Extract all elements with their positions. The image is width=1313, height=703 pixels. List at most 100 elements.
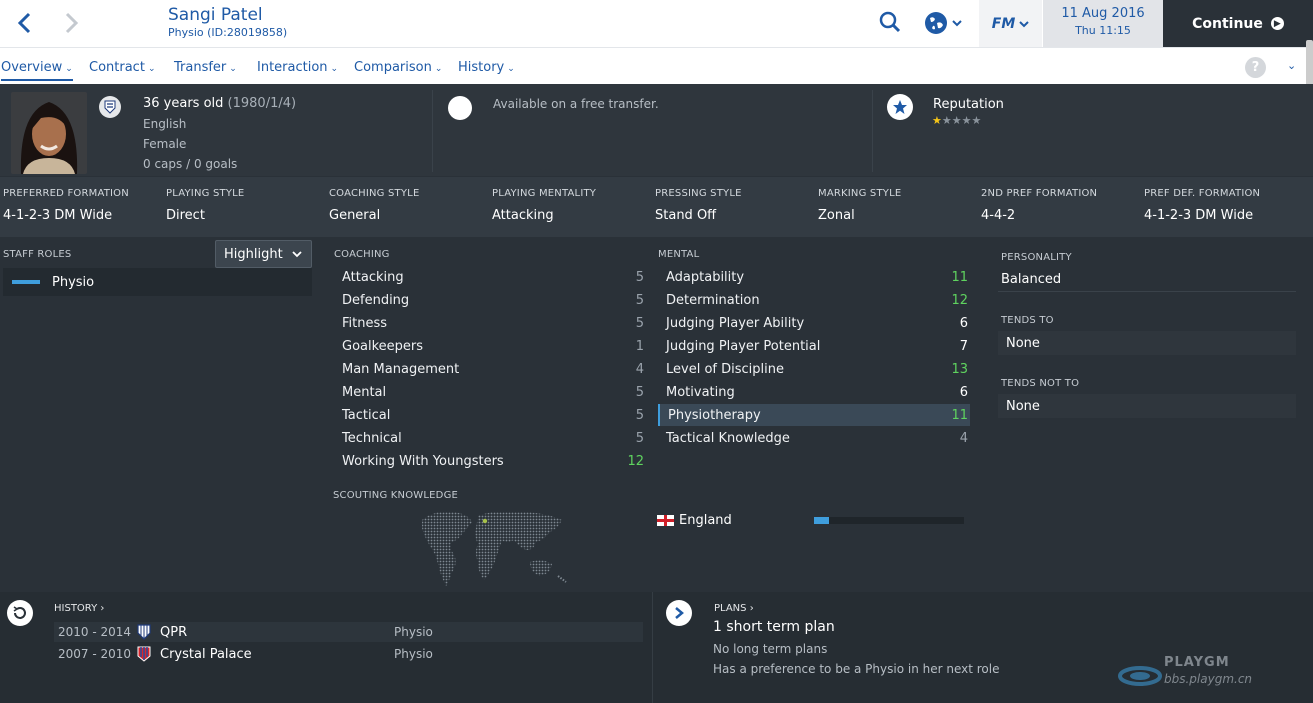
forward-button[interactable]	[58, 8, 86, 38]
attribute-name: Fitness	[342, 315, 388, 331]
fm-menu-button[interactable]: FM	[979, 0, 1042, 47]
attribute-name: Motivating	[666, 384, 735, 400]
history-row[interactable]: 2010 - 2014 QPR Physio	[54, 622, 643, 642]
reputation-label: Reputation	[933, 97, 1004, 112]
attribute-row[interactable]: Judging Player Potential 7	[658, 335, 970, 357]
tab-label: Overview	[1, 60, 63, 75]
nation-knowledge-england[interactable]: England	[657, 510, 967, 530]
attribute-name: Determination	[666, 292, 760, 308]
back-button[interactable]	[10, 8, 38, 38]
england-flag-icon	[657, 514, 674, 526]
tab-overview[interactable]: Overview ⌄	[1, 60, 73, 81]
attribute-value: 12	[627, 453, 644, 469]
tab-label: History	[458, 60, 505, 75]
attribute-value: 4	[959, 430, 968, 446]
tab-label: Interaction	[257, 60, 328, 75]
plans-preference: Has a preference to be a Physio in her n…	[713, 662, 1000, 676]
attribute-name: Attacking	[342, 269, 404, 285]
styles-panel: PREFERRED FORMATION 4-1-2-3 DM Wide PLAYI…	[0, 177, 1313, 237]
world-map[interactable]	[418, 506, 570, 592]
watermark-logo: PLAYGM bbs.playgm.cn	[1118, 655, 1308, 695]
person-subtitle: Physio (ID:28019858)	[168, 26, 288, 39]
chevron-down-icon: ⌄	[65, 64, 73, 74]
globe-menu-button[interactable]	[924, 10, 970, 36]
game-date[interactable]: 11 Aug 2016 Thu 11:15	[1043, 0, 1163, 47]
style-value: General	[329, 208, 381, 223]
star-icon	[887, 94, 913, 120]
style-value: 4-4-2	[981, 208, 1016, 223]
top-bar: Sangi Patel Physio (ID:28019858) FM 11 A…	[0, 0, 1313, 47]
knowledge-fill	[814, 516, 829, 524]
chevron-right-icon: ›	[749, 603, 754, 614]
attribute-name: Working With Youngsters	[342, 453, 504, 469]
date-of-birth: (1980/1/4)	[227, 96, 297, 111]
attribute-row[interactable]: Attacking 5	[334, 266, 646, 288]
style-label: PREF DEF. FORMATION	[1144, 188, 1261, 199]
staff-role-physio[interactable]: Physio	[3, 268, 312, 296]
tab-bar: Overview ⌄ Contract ⌄ Transfer ⌄ Interactio…	[0, 47, 1313, 84]
tab-interaction[interactable]: Interaction ⌄	[257, 60, 338, 75]
chevron-right-icon[interactable]	[666, 600, 692, 626]
tab-label: Comparison	[354, 60, 432, 75]
attribute-row[interactable]: Mental 5	[334, 381, 646, 403]
tab-contract[interactable]: Contract ⌄	[89, 60, 155, 75]
role-label: Physio	[52, 274, 95, 290]
chevron-down-icon[interactable]: ⌄	[1287, 59, 1296, 72]
attribute-name: Physiotherapy	[668, 407, 761, 423]
chevron-down-icon: ⌄	[147, 64, 156, 74]
style-label: 2ND PREF FORMATION	[981, 188, 1098, 199]
attribute-row[interactable]: Working With Youngsters 12	[334, 450, 646, 472]
tab-history[interactable]: History ⌄	[458, 60, 515, 75]
attribute-row[interactable]: Goalkeepers 1	[334, 335, 646, 357]
attribute-row[interactable]: Judging Player Ability 6	[658, 312, 970, 334]
attribute-row[interactable]: Determination 12	[658, 289, 970, 311]
search-button[interactable]	[878, 10, 906, 36]
style-value: Stand Off	[655, 208, 717, 223]
style-playing-mentality: PLAYING MENTALITY Attacking	[492, 188, 596, 223]
attribute-value: 4	[635, 361, 644, 377]
help-icon[interactable]: ?	[1245, 57, 1266, 78]
search-icon	[879, 11, 901, 33]
plans-link[interactable]: PLANS ›	[714, 603, 754, 614]
attribute-value: 5	[635, 384, 644, 400]
tends-to-title: TENDS TO	[1001, 315, 1054, 326]
chevron-down-icon: ⌄	[434, 64, 443, 74]
crystal-palace-crest-icon	[136, 646, 152, 662]
attribute-row[interactable]: Defending 5	[334, 289, 646, 311]
nation-name: England	[679, 512, 732, 528]
chevron-down-icon	[1019, 20, 1029, 27]
history-link[interactable]: HISTORY ›	[54, 603, 104, 614]
reputation-stars: ★★★★★	[932, 114, 981, 127]
role-highlight-bar	[12, 280, 40, 284]
style-second-formation: 2ND PREF FORMATION 4-4-2	[981, 188, 1097, 223]
attribute-row[interactable]: Physiotherapy 11	[658, 404, 970, 426]
gender: Female	[143, 137, 187, 151]
attribute-row[interactable]: Tactical 5	[334, 404, 646, 426]
england-crest-icon	[99, 96, 121, 118]
coaching-title: COACHING	[334, 249, 390, 260]
continue-label: Continue	[1192, 15, 1263, 32]
attribute-name: Goalkeepers	[342, 338, 424, 354]
attribute-row[interactable]: Tactical Knowledge 4	[658, 427, 970, 449]
attribute-row[interactable]: Fitness 5	[334, 312, 646, 334]
attribute-value: 13	[951, 361, 968, 377]
style-marking-style: MARKING STYLE Zonal	[818, 188, 901, 223]
transfer-status: Available on a free transfer.	[493, 97, 659, 111]
tab-transfer[interactable]: Transfer ⌄	[174, 60, 237, 75]
attribute-value: 5	[635, 430, 644, 446]
attribute-row[interactable]: Level of Discipline 13	[658, 358, 970, 380]
profile-panel: 36 years old (1980/1/4) English Female 0…	[0, 84, 1313, 176]
tends-not-to-value: None	[998, 394, 1296, 418]
history-row[interactable]: 2007 - 2010 Crystal Palace Physio	[54, 644, 643, 664]
chevron-right-icon	[65, 12, 79, 34]
attribute-row[interactable]: Adaptability 11	[658, 266, 970, 288]
attribute-row[interactable]: Technical 5	[334, 427, 646, 449]
attribute-row[interactable]: Man Management 4	[334, 358, 646, 380]
person-name: Sangi Patel	[168, 5, 263, 25]
continue-button[interactable]: Continue ▶	[1163, 0, 1313, 47]
tab-comparison[interactable]: Comparison ⌄	[354, 60, 442, 75]
style-value: Direct	[166, 208, 205, 223]
attribute-name: Tactical Knowledge	[666, 430, 790, 446]
highlight-dropdown[interactable]: Highlight	[215, 240, 312, 268]
attribute-row[interactable]: Motivating 6	[658, 381, 970, 403]
